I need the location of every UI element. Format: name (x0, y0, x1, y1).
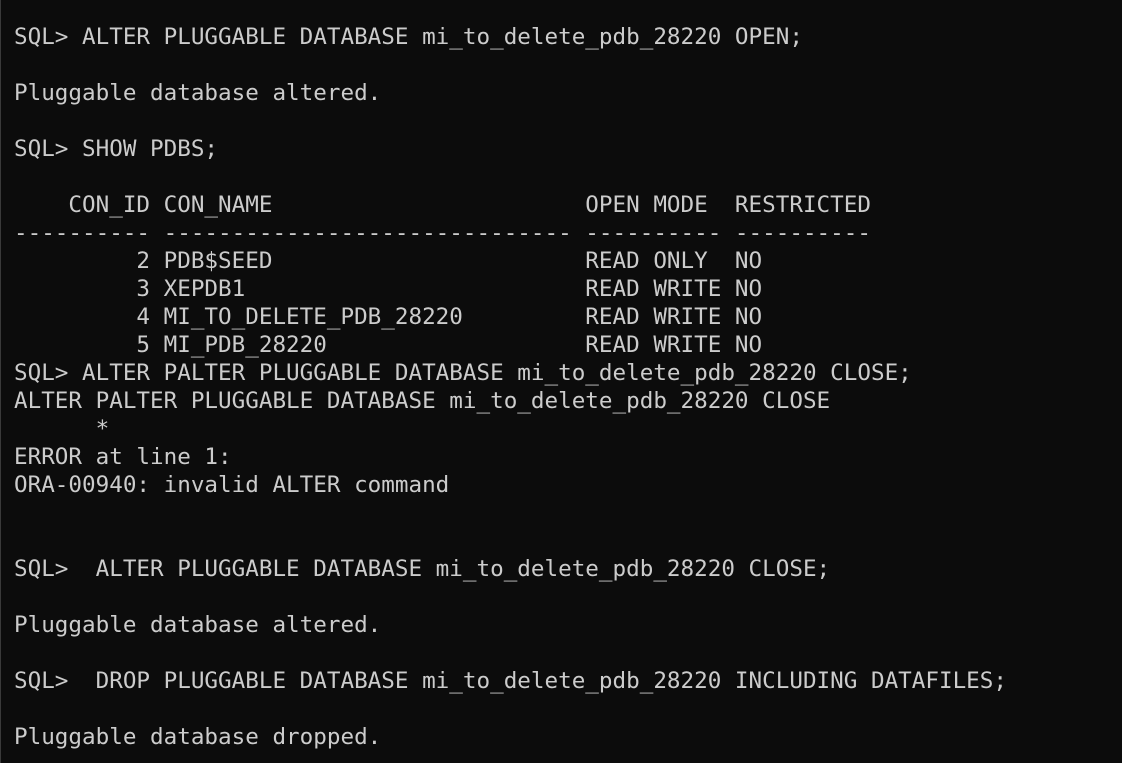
error-marker-line: * (14, 416, 110, 442)
table-row: 4 MI_TO_DELETE_PDB_28220 READ WRITE NO (14, 304, 763, 330)
command-line: SQL> ALTER PLUGGABLE DATABASE mi_to_dele… (14, 24, 803, 50)
table-row: 2 PDB$SEED READ ONLY NO (14, 248, 763, 274)
command-line: SQL> ALTER PALTER PLUGGABLE DATABASE mi_… (14, 360, 912, 386)
table-separator: ---------- -----------------------------… (14, 220, 871, 246)
error-line: ERROR at line 1: (14, 444, 232, 470)
command-line: SQL> SHOW PDBS; (14, 136, 219, 162)
table-row: 5 MI_PDB_28220 READ WRITE NO (14, 332, 763, 358)
output-line: Pluggable database altered. (14, 612, 382, 638)
table-header: CON_ID CON_NAME OPEN MODE RESTRICTED (14, 192, 871, 218)
terminal-window[interactable]: SQL> ALTER PLUGGABLE DATABASE mi_to_dele… (0, 0, 1122, 763)
error-echo-line: ALTER PALTER PLUGGABLE DATABASE mi_to_de… (14, 388, 831, 414)
output-line: Pluggable database altered. (14, 80, 382, 106)
table-row: 3 XEPDB1 READ WRITE NO (14, 276, 763, 302)
output-line: Pluggable database dropped. (14, 724, 382, 750)
command-line: SQL> DROP PLUGGABLE DATABASE mi_to_delet… (14, 668, 1007, 694)
error-line: ORA-00940: invalid ALTER command (14, 472, 450, 498)
command-line: SQL> ALTER PLUGGABLE DATABASE mi_to_dele… (14, 556, 831, 582)
